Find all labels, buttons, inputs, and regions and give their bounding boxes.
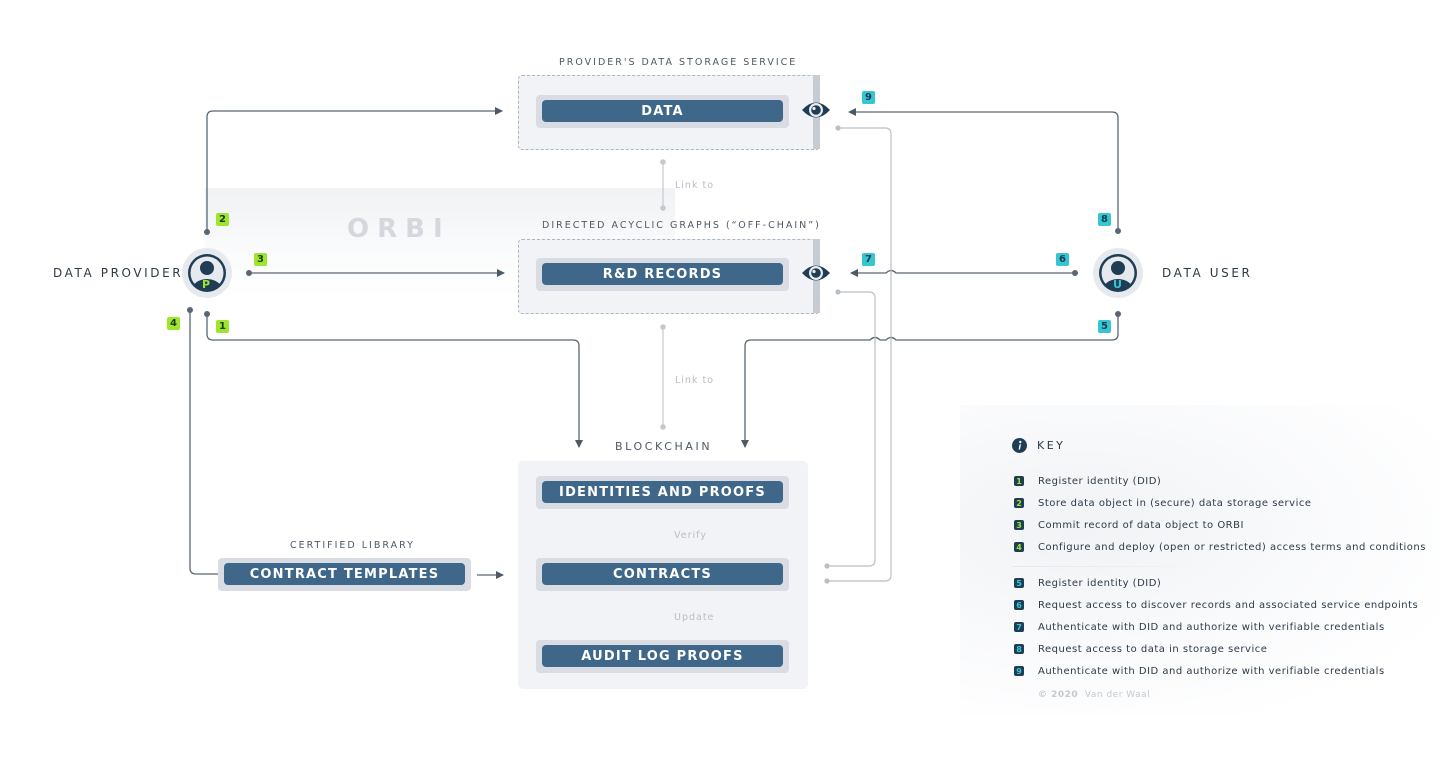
flow-3-dot [246,270,252,276]
key-title: KEY [1037,439,1066,452]
key-badge: 7 [1014,622,1024,632]
flow-9-dot [1115,228,1121,234]
key-text: Commit record of data object to ORBI [1038,519,1244,531]
data-provider-label: DATA PROVIDER [53,266,184,280]
copyright-year: © 2020 [1038,690,1079,700]
flow-1-line [206,314,583,448]
contract-templates-pill[interactable]: CONTRACT TEMPLATES [224,563,465,585]
contracts-link-dot-2 [824,578,830,584]
verify-label: Verify [674,530,707,541]
data-user-avatar[interactable]: U [1093,248,1143,298]
key-text: Request access to discover records and a… [1038,599,1419,611]
link-dot [660,324,666,330]
step-badge-5: 5 [1098,320,1111,333]
key-text: Register identity (DID) [1038,577,1162,589]
provider-initial: P [202,278,211,291]
key-provider-list: 1 Register identity (DID) 2 Store data o… [1014,470,1426,558]
link-dot [660,159,666,165]
key-item: 3 Commit record of data object to ORBI [1014,514,1426,536]
key-badge: 3 [1014,520,1024,530]
audit-log-proofs-pill[interactable]: AUDIT LOG PROOFS [542,645,783,667]
step-badge-1: 1 [216,320,229,333]
flow-5-line [741,314,1119,448]
flow-4-line [189,310,218,575]
key-badge: 9 [1014,666,1024,676]
link-to-label: Link to [675,375,715,386]
flow-4-dot [187,307,193,313]
user-initial: U [1113,278,1122,291]
storage-link-dot [835,125,841,131]
key-item: 1 Register identity (DID) [1014,470,1426,492]
key-text: Store data object in (secure) data stora… [1038,497,1312,509]
step-badge-4: 4 [167,317,180,330]
info-icon [1012,438,1027,453]
dag-to-contracts-line [827,291,876,567]
flow-7-line [850,269,1075,277]
key-item: 2 Store data object in (secure) data sto… [1014,492,1426,514]
flow-1-dot [204,311,210,317]
copyright: © 2020 Van der Waal [1038,690,1150,700]
storage-caption: PROVIDER'S DATA STORAGE SERVICE [559,57,798,68]
blockchain-caption: BLOCKCHAIN [615,440,713,453]
flow-2-line [206,107,503,232]
eye-icon[interactable] [800,260,832,290]
data-pill[interactable]: DATA [542,100,783,122]
key-badge: 6 [1014,600,1024,610]
key-badge: 1 [1014,476,1024,486]
key-text: Configure and deploy (open or restricted… [1038,541,1426,553]
key-badge: 2 [1014,498,1024,508]
contracts-link-dot-1 [824,563,830,569]
key-badge: 4 [1014,542,1024,552]
contracts-pill[interactable]: CONTRACTS [542,563,783,585]
link-dot [660,205,666,211]
dag-link-dot [835,289,841,295]
step-badge-2: 2 [216,213,229,226]
dag-caption: DIRECTED ACYCLIC GRAPHS (“OFF-CHAIN”) [542,220,821,231]
data-provider-avatar[interactable]: P [182,248,232,298]
step-badge-3: 3 [254,253,267,266]
step-badge-6: 6 [1056,253,1069,266]
key-badge: 8 [1014,644,1024,654]
step-badge-8: 8 [1098,213,1111,226]
key-divider [1012,566,1212,567]
key-item: 9 Authenticate with DID and authorize wi… [1014,660,1418,682]
key-text: Request access to data in storage servic… [1038,643,1268,655]
key-item: 6 Request access to discover records and… [1014,594,1418,616]
rd-records-pill[interactable]: R&D RECORDS [542,263,783,285]
storage-to-contracts-line [827,127,892,582]
data-user-label: DATA USER [1162,266,1253,280]
key-text: Register identity (DID) [1038,475,1162,487]
eye-icon[interactable] [800,97,832,127]
update-label: Update [674,612,715,623]
link-dot [660,424,666,430]
link-to-label: Link to [675,180,715,191]
key-text: Authenticate with DID and authorize with… [1038,621,1385,633]
flow-5-dot [1115,311,1121,317]
flow-6-dot [1072,270,1078,276]
step-badge-9: 9 [862,91,875,104]
library-caption: CERTIFIED LIBRARY [290,540,415,551]
key-header: KEY [1012,438,1065,453]
key-item: 7 Authenticate with DID and authorize wi… [1014,616,1418,638]
step-badge-7: 7 [862,253,875,266]
identities-proofs-pill[interactable]: IDENTITIES AND PROOFS [542,481,783,503]
copyright-name: Van der Waal [1084,690,1151,700]
key-item: 4 Configure and deploy (open or restrict… [1014,536,1426,558]
key-user-list: 5 Register identity (DID) 6 Request acce… [1014,572,1418,682]
key-badge: 5 [1014,578,1024,588]
key-item: 8 Request access to data in storage serv… [1014,638,1418,660]
key-text: Authenticate with DID and authorize with… [1038,665,1385,677]
flow-2-dot [204,229,210,235]
key-item: 5 Register identity (DID) [1014,572,1418,594]
